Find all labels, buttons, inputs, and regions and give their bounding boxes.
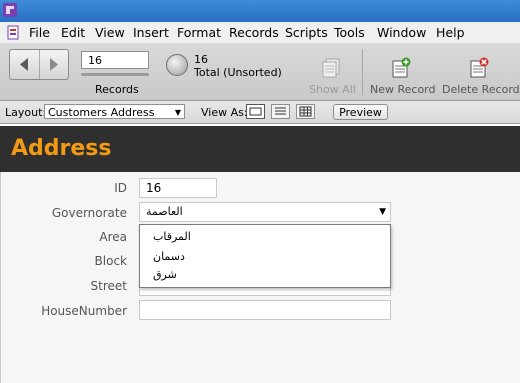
layout-bar: Layout: Customers Address ▼ View As: Pre… xyxy=(0,101,520,124)
layout-select-value: Customers Address xyxy=(48,106,155,119)
menu-records[interactable]: Records xyxy=(229,25,279,40)
chevron-down-icon: ▼ xyxy=(379,207,386,217)
governorate-dropdown[interactable]: العاصمة ▼ xyxy=(139,202,391,222)
record-navigator-book xyxy=(9,49,69,80)
arrow-right-icon xyxy=(50,58,58,71)
view-as-table-button[interactable] xyxy=(296,104,315,119)
new-record-icon xyxy=(392,57,411,78)
menu-insert[interactable]: Insert xyxy=(133,25,169,40)
list-view-icon xyxy=(275,107,286,115)
field-label-housenumber: HouseNumber xyxy=(41,304,127,318)
view-as-list-button[interactable] xyxy=(271,104,290,119)
housenumber-field[interactable] xyxy=(139,300,391,320)
found-set-pie-icon xyxy=(166,54,188,76)
view-as-form-button[interactable] xyxy=(246,104,265,119)
document-icon[interactable] xyxy=(7,25,20,40)
dropdown-option[interactable]: شرق xyxy=(153,268,177,281)
toolbar-divider xyxy=(362,49,363,95)
found-status: Total (Unsorted) xyxy=(194,66,282,79)
menu-view[interactable]: View xyxy=(95,25,125,40)
menu-edit[interactable]: Edit xyxy=(61,25,85,40)
field-label-governorate: Governorate xyxy=(51,206,127,220)
field-label-area: Area xyxy=(99,230,127,244)
status-toolbar: 16 Records 16 Total (Unsorted) Show All … xyxy=(0,43,520,101)
new-record-label: New Record xyxy=(370,83,436,96)
menu-bar: File Edit View Insert Format Records Scr… xyxy=(0,22,520,44)
governorate-value: العاصمة xyxy=(146,205,183,218)
dropdown-option[interactable]: المرقاب xyxy=(153,230,191,243)
preview-button[interactable]: Preview xyxy=(333,104,388,120)
delete-record-icon xyxy=(470,57,489,78)
record-slider[interactable] xyxy=(81,73,149,76)
new-record-button[interactable]: New Record xyxy=(367,43,436,100)
table-view-icon xyxy=(299,106,312,117)
filemaker-app-icon xyxy=(3,3,17,17)
view-as-label: View As: xyxy=(201,106,248,119)
title-bar xyxy=(0,0,520,22)
form-view-icon xyxy=(249,107,262,116)
field-label-block: Block xyxy=(94,254,127,268)
menu-scripts[interactable]: Scripts xyxy=(285,25,328,40)
show-all-button[interactable]: Show All xyxy=(302,43,360,100)
show-all-label: Show All xyxy=(309,83,356,96)
area-dropdown-list: المرقاب دسمان شرق xyxy=(139,224,391,288)
dropdown-option[interactable]: دسمان xyxy=(153,250,185,263)
layout-select[interactable]: Customers Address ▼ xyxy=(44,104,185,119)
field-label-id: ID xyxy=(114,181,127,195)
menu-help[interactable]: Help xyxy=(436,25,465,40)
menu-format[interactable]: Format xyxy=(177,25,221,40)
layout-label: Layout: xyxy=(5,106,47,119)
current-record-input[interactable]: 16 xyxy=(81,51,149,69)
menu-window[interactable]: Window xyxy=(377,25,426,40)
arrow-left-icon xyxy=(20,58,28,71)
menu-tools[interactable]: Tools xyxy=(334,25,365,40)
previous-record-button[interactable] xyxy=(10,50,39,79)
field-label-street: Street xyxy=(90,279,127,293)
found-count: 16 xyxy=(194,53,208,66)
id-field[interactable]: 16 xyxy=(139,178,217,198)
records-label: Records xyxy=(95,83,139,96)
delete-record-button[interactable]: Delete Record xyxy=(440,43,520,100)
page-title: Address xyxy=(11,136,112,161)
chevron-down-icon: ▼ xyxy=(174,108,181,117)
menu-file[interactable]: File xyxy=(29,25,50,40)
layout-header: Address xyxy=(0,126,520,172)
delete-record-label: Delete Record xyxy=(442,83,520,96)
next-record-button[interactable] xyxy=(39,50,69,79)
show-all-icon xyxy=(322,58,340,78)
